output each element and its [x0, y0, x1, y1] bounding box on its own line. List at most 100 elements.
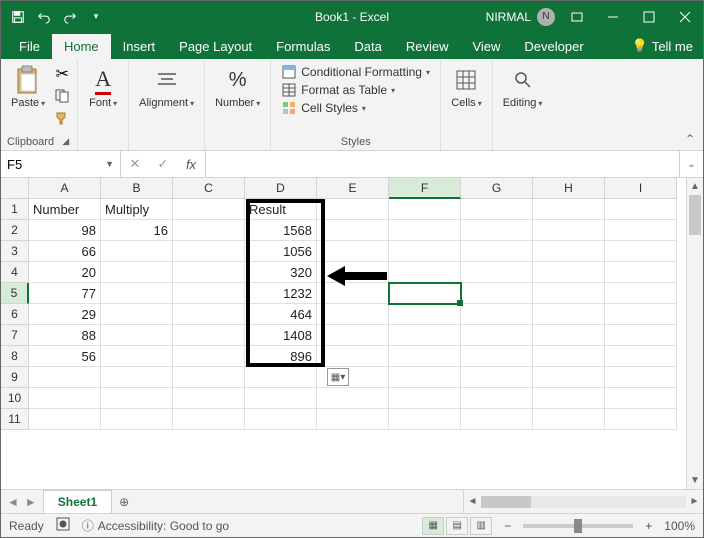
col-header-B[interactable]: B: [101, 178, 173, 199]
expand-formula-bar-icon[interactable]: ⌄: [679, 151, 703, 177]
cell-D11[interactable]: [245, 409, 317, 430]
cell-B7[interactable]: [101, 325, 173, 346]
editing-button[interactable]: Editing▾: [499, 63, 547, 111]
vertical-scrollbar[interactable]: ▲ ▼: [686, 178, 703, 489]
tab-view[interactable]: View: [460, 34, 512, 59]
normal-view-icon[interactable]: ▦: [422, 517, 444, 535]
ribbon-display-options-icon[interactable]: [559, 1, 595, 32]
cell-D2[interactable]: 1568: [245, 220, 317, 241]
cell-H3[interactable]: [533, 241, 605, 262]
cell-G6[interactable]: [461, 304, 533, 325]
cell-H9[interactable]: [533, 367, 605, 388]
enter-formula-icon[interactable]: ✓: [149, 156, 177, 172]
cell-I3[interactable]: [605, 241, 677, 262]
macro-record-icon[interactable]: [56, 517, 70, 534]
cell-C7[interactable]: [173, 325, 245, 346]
cell-G10[interactable]: [461, 388, 533, 409]
insert-function-icon[interactable]: fx: [177, 157, 205, 172]
cell-D4[interactable]: 320: [245, 262, 317, 283]
cell-H11[interactable]: [533, 409, 605, 430]
cell-I7[interactable]: [605, 325, 677, 346]
cell-I4[interactable]: [605, 262, 677, 283]
tab-page-layout[interactable]: Page Layout: [167, 34, 264, 59]
cell-E2[interactable]: [317, 220, 389, 241]
cell-D5[interactable]: 1232: [245, 283, 317, 304]
cell-H6[interactable]: [533, 304, 605, 325]
font-button[interactable]: A Font▾: [84, 63, 122, 111]
cell-F3[interactable]: [389, 241, 461, 262]
maximize-icon[interactable]: [631, 1, 667, 32]
cell-F9[interactable]: [389, 367, 461, 388]
cell-E1[interactable]: [317, 199, 389, 220]
cell-G2[interactable]: [461, 220, 533, 241]
cell-C3[interactable]: [173, 241, 245, 262]
cell-G9[interactable]: [461, 367, 533, 388]
cell-G8[interactable]: [461, 346, 533, 367]
cell-I5[interactable]: [605, 283, 677, 304]
cell-I1[interactable]: [605, 199, 677, 220]
cancel-formula-icon[interactable]: ✕: [121, 156, 149, 172]
cell-A11[interactable]: [29, 409, 101, 430]
sheet-tab-sheet1[interactable]: Sheet1: [43, 490, 112, 513]
conditional-formatting-button[interactable]: Conditional Formatting▾: [277, 63, 434, 81]
grid[interactable]: ABCDEFGHI1NumberMultiplyResult2981615683…: [1, 178, 703, 430]
hscroll-thumb[interactable]: [481, 496, 531, 508]
cell-E3[interactable]: [317, 241, 389, 262]
cell-I2[interactable]: [605, 220, 677, 241]
cell-F6[interactable]: [389, 304, 461, 325]
cell-B9[interactable]: [101, 367, 173, 388]
cell-D8[interactable]: 896: [245, 346, 317, 367]
cell-I10[interactable]: [605, 388, 677, 409]
scroll-right-icon[interactable]: ►: [686, 496, 703, 507]
cell-E11[interactable]: [317, 409, 389, 430]
tab-home[interactable]: Home: [52, 34, 111, 59]
format-painter-icon[interactable]: [53, 109, 71, 127]
formula-input[interactable]: [206, 151, 679, 177]
tell-me[interactable]: 💡 Tell me: [632, 38, 703, 59]
alignment-button[interactable]: Alignment▾: [135, 63, 198, 111]
cell-A5[interactable]: 77: [29, 283, 101, 304]
cell-C8[interactable]: [173, 346, 245, 367]
cell-D9[interactable]: [245, 367, 317, 388]
cell-I8[interactable]: [605, 346, 677, 367]
cell-C11[interactable]: [173, 409, 245, 430]
sheet-nav[interactable]: ◄►: [1, 490, 43, 513]
cell-H1[interactable]: [533, 199, 605, 220]
cell-F11[interactable]: [389, 409, 461, 430]
cells-button[interactable]: Cells▾: [447, 63, 485, 111]
row-header-1[interactable]: 1: [1, 199, 29, 220]
cell-E8[interactable]: [317, 346, 389, 367]
cell-B1[interactable]: Multiply: [101, 199, 173, 220]
name-box-dropdown-icon[interactable]: ▼: [105, 159, 114, 169]
user-area[interactable]: NIRMAL N: [486, 8, 559, 26]
cell-B2[interactable]: 16: [101, 220, 173, 241]
copy-icon[interactable]: [53, 87, 71, 105]
horizontal-scrollbar[interactable]: ◄ ►: [463, 490, 703, 513]
cell-I9[interactable]: [605, 367, 677, 388]
cell-B11[interactable]: [101, 409, 173, 430]
cell-C4[interactable]: [173, 262, 245, 283]
tab-review[interactable]: Review: [394, 34, 461, 59]
number-button[interactable]: % Number▾: [211, 63, 264, 111]
cell-G3[interactable]: [461, 241, 533, 262]
row-header-10[interactable]: 10: [1, 388, 29, 409]
select-all-corner[interactable]: [1, 178, 29, 199]
zoom-slider[interactable]: [523, 524, 633, 528]
row-header-9[interactable]: 9: [1, 367, 29, 388]
row-header-8[interactable]: 8: [1, 346, 29, 367]
cell-D3[interactable]: 1056: [245, 241, 317, 262]
cell-H10[interactable]: [533, 388, 605, 409]
cell-F2[interactable]: [389, 220, 461, 241]
cell-F7[interactable]: [389, 325, 461, 346]
cell-styles-button[interactable]: Cell Styles▾: [277, 99, 434, 117]
cell-A6[interactable]: 29: [29, 304, 101, 325]
row-header-2[interactable]: 2: [1, 220, 29, 241]
cell-A1[interactable]: Number: [29, 199, 101, 220]
scroll-thumb[interactable]: [689, 195, 701, 235]
sheet-next-icon[interactable]: ►: [25, 495, 37, 509]
row-header-4[interactable]: 4: [1, 262, 29, 283]
row-header-11[interactable]: 11: [1, 409, 29, 430]
scroll-down-icon[interactable]: ▼: [687, 472, 703, 489]
col-header-C[interactable]: C: [173, 178, 245, 199]
accessibility-status[interactable]: ⓘ Accessibility: Good to go: [82, 517, 229, 534]
